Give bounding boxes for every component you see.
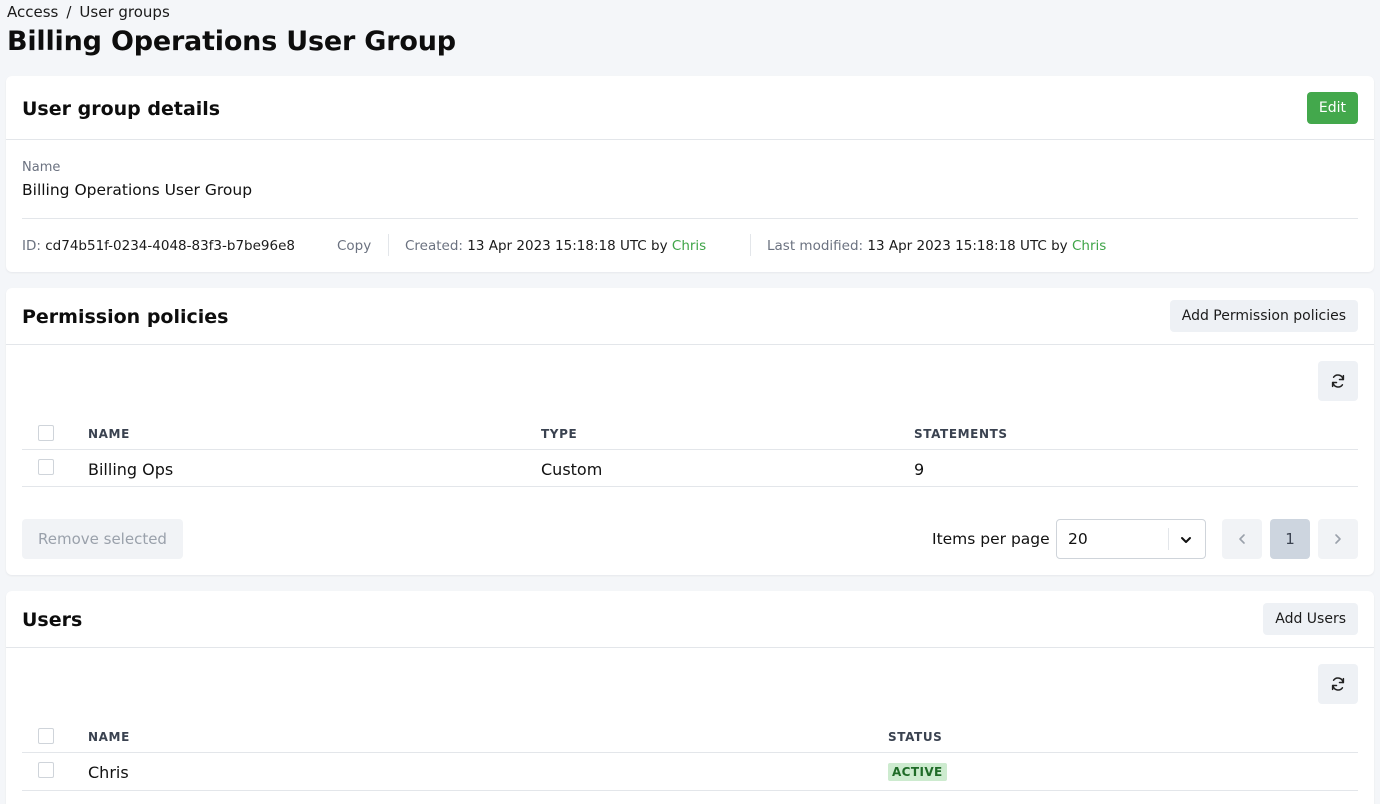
policy-statements: 9 [914,460,925,479]
meta-divider-1 [388,234,389,256]
previous-page-button[interactable] [1222,519,1262,559]
items-per-page-value: 20 [1068,530,1088,548]
meta-divider-2 [750,234,751,256]
table-header-divider [22,752,1358,753]
select-all-users-checkbox[interactable] [38,728,54,744]
column-header-status: STATUS [888,730,943,744]
row-checkbox[interactable] [38,762,54,778]
policies-refresh-button[interactable] [1318,361,1358,401]
page-1-button[interactable]: 1 [1270,519,1310,559]
status-badge: ACTIVE [888,763,947,781]
users-card-header: Users Add Users [6,591,1374,648]
policies-card-title: Permission policies [22,306,229,328]
modified-label: Last modified: [767,238,864,254]
column-header-name: NAME [88,730,130,744]
details-card: User group details Edit Name Billing Ope… [6,76,1374,272]
name-value: Billing Operations User Group [22,181,253,199]
table-row-divider [22,790,1358,791]
table-header-divider [22,449,1358,450]
table-row-divider [22,486,1358,487]
breadcrumb-access[interactable]: Access [7,3,58,21]
id-label: ID: [22,238,41,254]
user-name-link[interactable]: Chris [88,763,129,782]
modified-by-link[interactable]: Chris [1072,238,1106,254]
breadcrumb: Access / User groups [7,3,170,21]
name-label: Name [22,160,61,175]
details-card-header: User group details Edit [6,76,1374,140]
breadcrumb-user-groups[interactable]: User groups [79,3,169,21]
policy-name-link[interactable]: Billing Ops [88,460,173,479]
details-divider [22,218,1358,219]
remove-selected-button[interactable]: Remove selected [22,519,183,559]
items-per-page-select[interactable]: 20 [1056,519,1206,559]
created-label: Created: [405,238,463,254]
select-all-policies-checkbox[interactable] [38,425,54,441]
page-title: Billing Operations User Group [7,26,456,57]
details-card-title: User group details [22,98,221,120]
copy-button[interactable]: Copy [337,238,371,254]
policies-card: Permission policies Add Permission polic… [6,288,1374,575]
row-checkbox[interactable] [38,459,54,475]
chevron-left-icon [1239,534,1245,544]
column-header-statements: STATEMENTS [914,427,1008,441]
chevron-down-icon [1181,537,1191,543]
policies-card-header: Permission policies Add Permission polic… [6,288,1374,345]
created-value: 13 Apr 2023 15:18:18 UTC by [467,238,668,254]
add-users-button[interactable]: Add Users [1263,603,1358,635]
edit-button[interactable]: Edit [1306,92,1358,124]
modified-meta: Last modified: 13 Apr 2023 15:18:18 UTC … [767,238,1106,254]
created-by-link[interactable]: Chris [672,238,706,254]
refresh-icon [1331,677,1345,691]
chevron-right-icon [1335,534,1341,544]
items-per-page-label: Items per page [932,530,1050,548]
policy-type: Custom [541,460,603,479]
modified-value: 13 Apr 2023 15:18:18 UTC by [867,238,1068,254]
column-header-name: NAME [88,427,130,441]
created-meta: Created: 13 Apr 2023 15:18:18 UTC by Chr… [405,238,706,254]
breadcrumb-separator: / [66,3,72,21]
users-card: Users Add Users NAME STATUS Chris ACTIVE [6,591,1374,804]
users-refresh-button[interactable] [1318,664,1358,704]
select-divider [1168,528,1169,550]
id-value: cd74b51f-0234-4048-83f3-b7be96e8 [45,238,295,254]
add-permission-policies-button[interactable]: Add Permission policies [1169,300,1358,332]
column-header-type: TYPE [541,427,578,441]
id-meta: ID: cd74b51f-0234-4048-83f3-b7be96e8 [22,238,295,254]
users-card-title: Users [22,609,83,631]
refresh-icon [1331,374,1345,388]
next-page-button[interactable] [1318,519,1358,559]
